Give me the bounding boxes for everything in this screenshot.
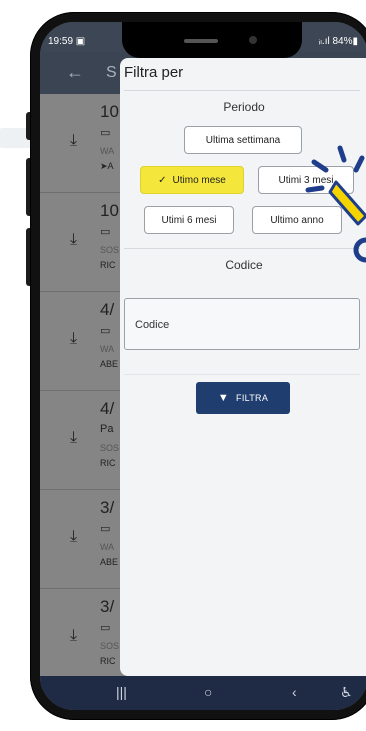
code-input[interactable]: Codice (124, 298, 360, 350)
row-line1: WA (100, 542, 115, 552)
option-label: Utimo mese (172, 174, 226, 186)
back-icon[interactable]: ‹ (292, 684, 297, 700)
app-title: S (106, 64, 117, 81)
row-line1: SOS (100, 245, 120, 255)
row-line2: ABE (100, 557, 119, 567)
row-date: 3/ (100, 597, 115, 616)
filter-button-label: FILTRA (236, 393, 269, 403)
row-line2: RIC (100, 656, 116, 666)
option-label: Ultima settimana (205, 134, 281, 146)
phone-screen: 19:59 ▣ ᵢₗ.ıl 84%▮ ← S ⤓ 10 ▭ WA ➤A ⤓ 10… (40, 22, 366, 710)
system-nav-bar: ||| ○ ‹ ♿ (40, 676, 366, 710)
row-line1: WA (100, 146, 115, 156)
row-date: 3/ (100, 498, 115, 517)
row-line1: SOS (100, 641, 120, 651)
row-date: 4/ (100, 300, 115, 319)
download-icon[interactable]: ⤓ (70, 528, 77, 546)
status-time: 19:59 ▣ (48, 36, 86, 47)
home-icon[interactable]: ○ (204, 684, 212, 700)
code-placeholder: Codice (135, 319, 170, 331)
front-camera (249, 36, 257, 44)
filter-button[interactable]: ▼ FILTRA (196, 382, 290, 414)
download-icon[interactable]: ⤓ (70, 627, 77, 645)
divider (124, 374, 360, 375)
recent-apps-icon[interactable]: ||| (116, 684, 127, 700)
option-last-month[interactable]: ✓ Utimo mese (140, 166, 244, 194)
row-line2: RIC (100, 458, 116, 468)
row-line2: ➤A (100, 161, 114, 171)
row-line1: SOS (100, 443, 120, 453)
check-icon: ✓ (158, 174, 167, 186)
card-icon: ▭ (100, 226, 111, 238)
download-icon[interactable]: ⤓ (70, 132, 77, 150)
row-date: 10 (100, 102, 119, 121)
download-icon[interactable]: ⤓ (70, 231, 77, 249)
apple-pay-icon: Pa (100, 423, 114, 435)
panel-title: Filtra per (124, 64, 184, 81)
card-icon: ▭ (100, 622, 111, 634)
period-label: Periodo (223, 100, 265, 114)
card-icon: ▭ (100, 325, 111, 337)
download-icon[interactable]: ⤓ (70, 429, 77, 447)
divider (124, 90, 360, 91)
status-battery: ᵢₗ.ıl 84%▮ (318, 36, 358, 47)
card-icon: ▭ (100, 523, 111, 535)
row-line1: WA (100, 344, 115, 354)
download-icon[interactable]: ⤓ (70, 330, 77, 348)
card-icon: ▭ (100, 127, 111, 139)
accessibility-icon[interactable]: ♿ (340, 684, 353, 701)
row-line2: ABE (100, 359, 119, 369)
row-date: 4/ (100, 399, 115, 418)
funnel-icon: ▼ (217, 392, 230, 404)
speaker-grille (184, 39, 218, 43)
option-last-6-months[interactable]: Utimi 6 mesi (144, 206, 234, 234)
camera-notch (122, 22, 302, 58)
option-label: Utimi 6 mesi (161, 214, 217, 226)
row-line2: RIC (100, 260, 116, 270)
arrow-left-icon[interactable]: ← (66, 62, 84, 83)
tap-indicator-icon (305, 145, 366, 263)
row-date: 10 (100, 201, 119, 220)
option-last-week[interactable]: Ultima settimana (184, 126, 302, 154)
